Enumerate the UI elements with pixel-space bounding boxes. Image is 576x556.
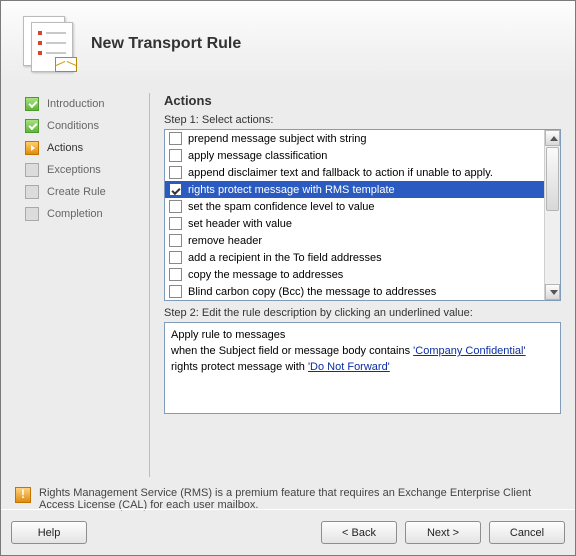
action-label: apply message classification [188,150,327,162]
action-label: rights protect message with RMS template [188,184,395,196]
nav-create-rule[interactable]: Create Rule [25,181,139,203]
action-checkbox[interactable] [169,132,182,145]
action-row[interactable]: prepend message subject with string [165,130,544,147]
action-row[interactable]: rights protect message with RMS template [165,181,544,198]
nav-conditions[interactable]: Conditions [25,115,139,137]
wizard-header: New Transport Rule [1,1,575,85]
scroll-thumb[interactable] [546,147,559,211]
body-area: Introduction Conditions Actions Exceptio… [1,85,575,477]
desc-line: rights protect message with 'Do Not Forw… [171,359,554,375]
desc-line: Apply rule to messages [171,327,554,343]
action-checkbox[interactable] [169,183,182,196]
action-row[interactable]: copy the message to addresses [165,266,544,283]
rule-description-box[interactable]: Apply rule to messages when the Subject … [164,322,561,414]
button-bar: Help < Back Next > Cancel [1,509,575,555]
nav-label: Exceptions [47,164,101,176]
action-row[interactable]: add a recipient in the To field addresse… [165,249,544,266]
desc-line: when the Subject field or message body c… [171,343,554,359]
rule-icon [21,16,77,72]
action-row[interactable]: append disclaimer text and fallback to a… [165,164,544,181]
nav-label: Conditions [47,120,99,132]
action-checkbox[interactable] [169,251,182,264]
cancel-button[interactable]: Cancel [489,521,565,544]
nav-label: Completion [47,208,103,220]
wizard-sidebar: Introduction Conditions Actions Exceptio… [1,85,149,477]
action-label: set the spam confidence level to value [188,201,375,213]
action-checkbox[interactable] [169,149,182,162]
main-panel: Actions Step 1: Select actions: prepend … [150,85,575,477]
nav-exceptions[interactable]: Exceptions [25,159,139,181]
action-label: Blind carbon copy (Bcc) the message to a… [188,286,436,298]
nav-completion[interactable]: Completion [25,203,139,225]
note-text: Rights Management Service (RMS) is a pre… [39,487,561,511]
page-title: New Transport Rule [91,35,241,53]
scroll-down-button[interactable] [545,284,560,300]
condition-value-link[interactable]: 'Company Confidential' [413,345,525,357]
pending-icon [25,163,39,177]
rms-template-link[interactable]: 'Do Not Forward' [308,361,390,373]
action-checkbox[interactable] [169,200,182,213]
nav-label: Introduction [47,98,104,110]
scrollbar[interactable] [544,130,560,300]
check-icon [25,97,39,111]
nav-introduction[interactable]: Introduction [25,93,139,115]
action-label: prepend message subject with string [188,133,367,145]
help-button[interactable]: Help [11,521,87,544]
nav-actions[interactable]: Actions [25,137,139,159]
action-label: remove header [188,235,262,247]
action-row[interactable]: set header with value [165,215,544,232]
action-checkbox[interactable] [169,166,182,179]
action-checkbox[interactable] [169,268,182,281]
action-row[interactable]: remove header [165,232,544,249]
desc-text: rights protect message with [171,361,308,373]
pending-icon [25,207,39,221]
scroll-up-button[interactable] [545,130,560,146]
pending-icon [25,185,39,199]
actions-scroll-area: prepend message subject with string apply… [165,130,544,300]
action-checkbox[interactable] [169,217,182,230]
wizard-window: New Transport Rule Introduction Conditio… [0,0,576,556]
back-button[interactable]: < Back [321,521,397,544]
arrow-icon [25,141,39,155]
actions-listbox[interactable]: prepend message subject with string apply… [164,129,561,301]
next-button[interactable]: Next > [405,521,481,544]
nav-label: Create Rule [47,186,106,198]
desc-text: when the Subject field or message body c… [171,345,413,357]
action-label: set header with value [188,218,292,230]
action-label: copy the message to addresses [188,269,343,281]
section-title: Actions [164,93,561,108]
nav-label: Actions [47,142,83,154]
action-label: add a recipient in the To field addresse… [188,252,382,264]
action-label: append disclaimer text and fallback to a… [188,167,493,179]
action-row[interactable]: Blind carbon copy (Bcc) the message to a… [165,283,544,300]
check-icon [25,119,39,133]
action-checkbox[interactable] [169,285,182,298]
step1-label: Step 1: Select actions: [164,114,561,126]
action-row[interactable]: set the spam confidence level to value [165,198,544,215]
info-note: Rights Management Service (RMS) is a pre… [1,477,575,511]
step2-label: Step 2: Edit the rule description by cli… [164,307,561,319]
action-checkbox[interactable] [169,234,182,247]
warning-icon [15,487,31,503]
action-row[interactable]: apply message classification [165,147,544,164]
